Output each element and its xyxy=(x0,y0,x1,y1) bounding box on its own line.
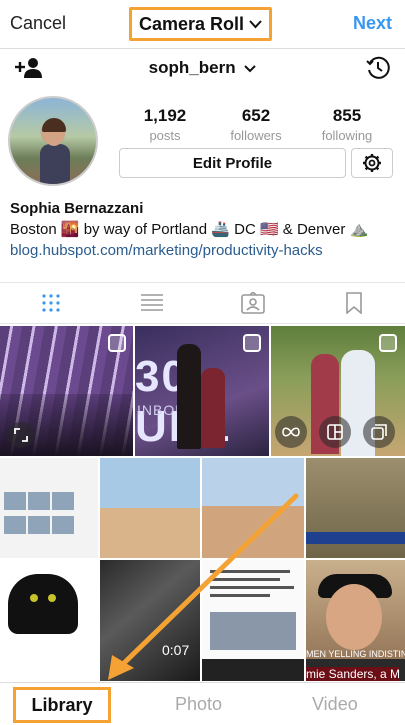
profile-link[interactable]: blog.hubspot.com/marketing/productivity-… xyxy=(10,242,323,259)
posts-count: 1,192 xyxy=(143,106,187,125)
video-duration: 0:07 xyxy=(162,642,190,658)
grid-photo[interactable] xyxy=(306,458,405,558)
select-box-icon[interactable] xyxy=(108,334,126,352)
cancel-button[interactable]: Cancel xyxy=(10,13,66,34)
multi-select-icon[interactable] xyxy=(363,416,395,448)
grid-icon xyxy=(42,294,60,312)
username-switcher[interactable]: soph_bern xyxy=(0,58,405,78)
tab-grid[interactable] xyxy=(0,283,101,323)
tab-list[interactable] xyxy=(101,283,202,323)
history-icon[interactable] xyxy=(365,55,391,81)
grid-photo[interactable] xyxy=(100,458,200,558)
grid-photo[interactable] xyxy=(202,458,304,558)
avatar[interactable] xyxy=(8,96,98,186)
grid-photo[interactable] xyxy=(271,326,405,456)
grid-photo[interactable] xyxy=(0,560,98,681)
tab-photo[interactable]: Photo xyxy=(175,694,222,715)
news-name: mie Sanders, a M xyxy=(306,667,401,681)
grid-video[interactable]: 0:07 xyxy=(100,560,200,681)
list-icon xyxy=(140,294,163,311)
stat-posts[interactable]: 1,192 posts xyxy=(125,106,205,143)
followers-count: 652 xyxy=(241,106,271,125)
tab-video[interactable]: Video xyxy=(312,694,358,715)
gear-icon xyxy=(363,154,381,172)
following-count: 855 xyxy=(332,106,362,125)
camera-roll-dropdown[interactable]: Camera Roll xyxy=(129,7,272,41)
edit-profile-button[interactable]: Edit Profile xyxy=(119,148,346,178)
photo-grid: 30 UNL INBOUND1 0:07 xyxy=(0,326,405,681)
stat-following[interactable]: 855 following xyxy=(307,106,387,143)
chevron-down-icon xyxy=(244,65,257,73)
grid-photo[interactable]: 30 UNL INBOUND1 xyxy=(135,326,269,456)
news-caption: MEN YELLING INDISTINCTLY xyxy=(306,649,405,659)
grid-photo[interactable] xyxy=(202,560,304,681)
profile-name: Sophia Bernazzani xyxy=(10,200,144,217)
tab-saved[interactable] xyxy=(304,283,405,323)
expand-icon[interactable] xyxy=(8,422,34,448)
boomerang-icon[interactable] xyxy=(275,416,307,448)
camera-roll-label: Camera Roll xyxy=(138,13,245,34)
username-label: soph_bern xyxy=(148,58,236,77)
layout-icon[interactable] xyxy=(319,416,351,448)
profile-bio: Boston 🌇 by way of Portland 🚢 DC 🇺🇸 & De… xyxy=(10,221,369,238)
grid-photo[interactable] xyxy=(0,326,133,456)
following-label: following xyxy=(321,128,373,143)
posts-label: posts xyxy=(149,128,181,143)
select-box-icon[interactable] xyxy=(243,334,261,352)
grid-photo[interactable] xyxy=(0,458,98,558)
tab-library[interactable]: Library xyxy=(13,687,111,723)
tab-tagged[interactable] xyxy=(203,283,304,323)
grid-photo[interactable]: MEN YELLING INDISTINCTLY mie Sanders, a … xyxy=(306,560,405,681)
bookmark-icon xyxy=(346,292,363,314)
profile-header: soph_bern xyxy=(0,48,405,88)
tagged-icon xyxy=(241,292,265,314)
stat-followers[interactable]: 652 followers xyxy=(216,106,296,143)
settings-button[interactable] xyxy=(351,148,393,178)
chevron-down-icon xyxy=(249,19,262,28)
bottom-tabs: Library Photo Video xyxy=(0,682,405,725)
next-button[interactable]: Next xyxy=(353,13,392,34)
select-box-icon[interactable] xyxy=(379,334,397,352)
profile-tabs xyxy=(0,282,405,324)
picker-bar: Cancel Camera Roll Next xyxy=(0,0,405,48)
followers-label: followers xyxy=(230,128,282,143)
